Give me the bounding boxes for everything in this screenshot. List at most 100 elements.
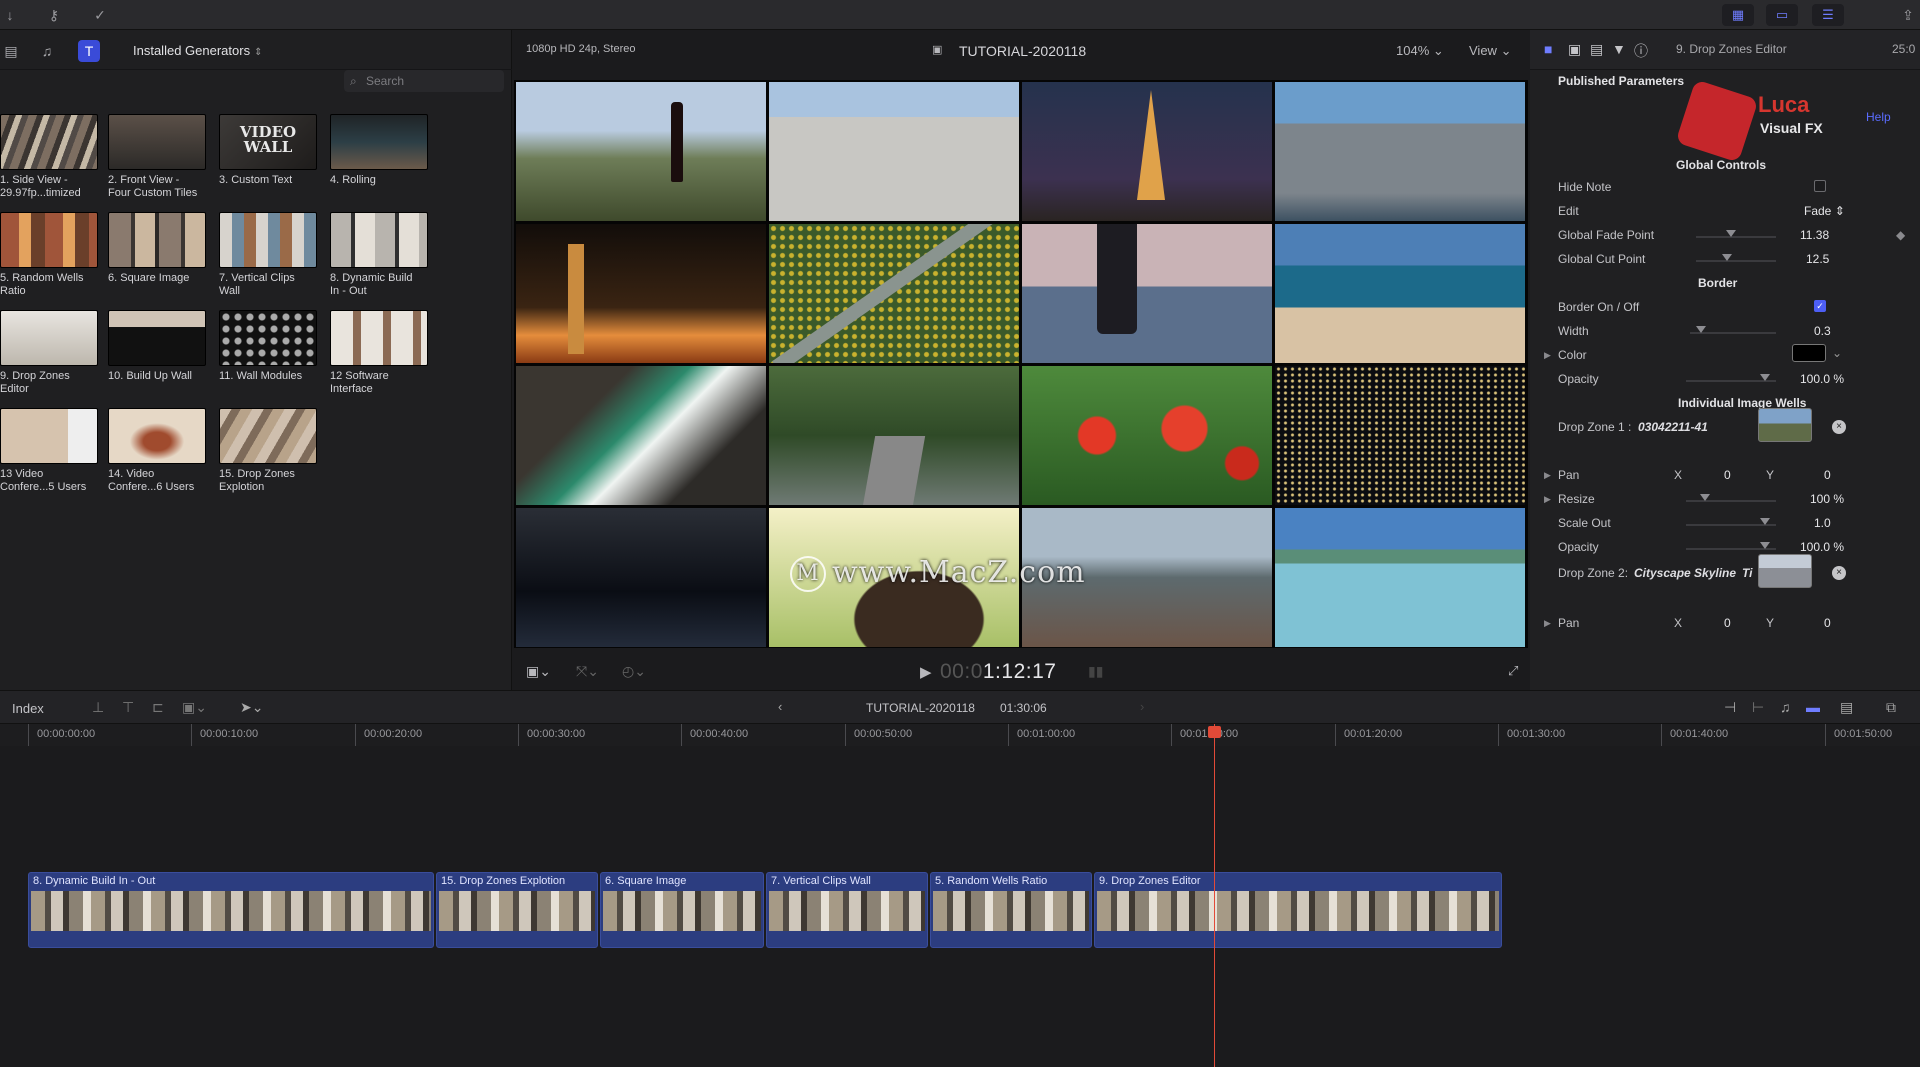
generator-item[interactable]: 12 Software Interface [330, 310, 435, 396]
disclosure-triangle-icon[interactable]: ▶ [1544, 618, 1551, 629]
resize-value[interactable]: 100 % [1810, 492, 1844, 506]
generator-item[interactable]: 8. Dynamic Build In - Out [330, 212, 435, 298]
scale-out-slider-knob[interactable] [1760, 518, 1770, 525]
effects-browser-icon[interactable]: ⧉ [1886, 699, 1896, 716]
timeline-clip[interactable]: 6. Square Image [600, 872, 764, 948]
opacity-value[interactable]: 100.0 % [1800, 372, 1844, 386]
overwrite-clip-icon[interactable]: ▣⌄ [182, 699, 207, 716]
disclosure-triangle-icon[interactable]: ▶ [1544, 470, 1551, 481]
play-button[interactable]: ▶ [920, 663, 932, 681]
generator-item[interactable]: 9. Drop Zones Editor [0, 310, 105, 396]
generator-item[interactable]: 10. Build Up Wall [108, 310, 213, 383]
clear-drop-zone-1-icon[interactable]: × [1832, 420, 1846, 434]
scale-out-value[interactable]: 1.0 [1814, 516, 1831, 530]
search-input[interactable]: ⌕ Search [344, 70, 504, 92]
global-cut-slider[interactable] [1696, 260, 1776, 262]
show-browser-toggle-icon[interactable]: ▦ [1722, 4, 1754, 26]
generator-item[interactable]: 2. Front View - Four Custom Tiles [108, 114, 213, 200]
timeline-ruler[interactable]: 00:00:00:00 00:00:10:00 00:00:20:00 00:0… [0, 724, 1920, 746]
timeline-tracks[interactable]: 8. Dynamic Build In - Out 15. Drop Zones… [0, 746, 1920, 1067]
hide-note-checkbox[interactable] [1814, 180, 1826, 192]
clip-appearance-icon[interactable]: ▤ [1840, 699, 1853, 716]
select-tool-arrow-icon[interactable]: ➤⌄ [240, 699, 263, 716]
timeline-clip[interactable]: 8. Dynamic Build In - Out [28, 872, 434, 948]
headphones-icon[interactable]: ♫ [1780, 699, 1791, 715]
transform-tool-icon[interactable]: ⤧⌄ [576, 663, 599, 680]
fullscreen-icon[interactable]: ⤢ [1508, 663, 1518, 679]
disclosure-triangle-icon[interactable]: ▶ [1544, 350, 1551, 361]
generator-item[interactable]: 4. Rolling [330, 114, 435, 187]
global-cut-slider-knob[interactable] [1722, 254, 1732, 261]
media-library-icon[interactable]: ▤ [0, 40, 22, 62]
timecode-display[interactable]: 00:01:12:17 [940, 660, 1056, 684]
view-options-icon[interactable]: ▣⌄ [526, 663, 551, 680]
generator-item[interactable]: 7. Vertical Clips Wall [219, 212, 324, 298]
global-cut-value[interactable]: 12.5 [1806, 252, 1829, 266]
generator-item[interactable]: 14. Video Confere...6 Users [108, 408, 213, 494]
view-menu[interactable]: View ⌄ [1469, 43, 1511, 59]
forward-chevron-icon[interactable]: › [1140, 699, 1144, 714]
help-link[interactable]: Help [1866, 110, 1891, 124]
insert-clip-icon[interactable]: ⊤ [122, 699, 134, 716]
background-tasks-check-icon[interactable]: ✓ [90, 5, 110, 25]
generator-inspector-icon[interactable]: ▣ [1568, 41, 1581, 58]
opacity-slider-knob[interactable] [1760, 374, 1770, 381]
disclosure-triangle-icon[interactable]: ▶ [1544, 494, 1551, 505]
zoom-menu[interactable]: 104% ⌄ [1396, 43, 1444, 59]
share-icon[interactable]: ⇪ [1898, 5, 1918, 25]
photos-audio-icon[interactable]: ♫ [36, 40, 58, 62]
index-button[interactable]: Index [12, 701, 44, 716]
opacity-value[interactable]: 100.0 % [1800, 540, 1844, 554]
playhead-handle[interactable] [1208, 726, 1221, 738]
opacity-slider-knob[interactable] [1760, 542, 1770, 549]
generator-item[interactable]: 1. Side View - 29.97fp...timized [0, 114, 105, 200]
import-arrow-icon[interactable]: ↓ [0, 5, 20, 25]
show-timeline-toggle-icon[interactable]: ▭ [1766, 4, 1798, 26]
global-fade-slider[interactable] [1696, 236, 1776, 238]
category-selector[interactable]: Installed Generators ⇕ [133, 43, 262, 58]
timeline-clip[interactable]: 9. Drop Zones Editor [1094, 872, 1502, 948]
pan-x-value[interactable]: 0 [1724, 468, 1731, 482]
generator-item[interactable]: 13 Video Confere...5 Users [0, 408, 105, 494]
audio-skimming-icon[interactable]: ⊢ [1752, 699, 1764, 716]
generator-item[interactable]: 15. Drop Zones Explotion [219, 408, 324, 494]
show-inspector-toggle-icon[interactable]: ☰ [1812, 4, 1844, 26]
resize-slider-knob[interactable] [1700, 494, 1710, 501]
connect-clip-icon[interactable]: ⊥ [92, 699, 104, 716]
pan-y-value[interactable]: 0 [1824, 468, 1831, 482]
drop-zone-2-well[interactable] [1758, 554, 1812, 588]
generator-item[interactable]: 11. Wall Modules [219, 310, 324, 383]
timeline-clip[interactable]: 7. Vertical Clips Wall [766, 872, 928, 948]
width-slider-knob[interactable] [1696, 326, 1706, 333]
global-fade-value[interactable]: 11.38 [1800, 228, 1829, 242]
generator-item[interactable]: VIDEO WALL 3. Custom Text [219, 114, 324, 187]
width-value[interactable]: 0.3 [1814, 324, 1831, 338]
timeline-clip[interactable]: 15. Drop Zones Explotion [436, 872, 598, 948]
border-onoff-checkbox[interactable]: ✓ [1814, 300, 1826, 312]
drop-zone-1-well[interactable] [1758, 408, 1812, 442]
filter-icon[interactable]: ▼ [1612, 41, 1626, 57]
back-chevron-icon[interactable]: ‹ [778, 699, 782, 714]
video-inspector-icon[interactable]: ■ [1544, 41, 1552, 57]
titles-generators-icon[interactable]: T [78, 40, 100, 62]
timeline-clip[interactable]: 5. Random Wells Ratio [930, 872, 1092, 948]
clear-drop-zone-2-icon[interactable]: × [1832, 566, 1846, 580]
snapping-icon[interactable]: ▬ [1806, 699, 1820, 715]
pan-y-value[interactable]: 0 [1824, 616, 1831, 630]
playhead[interactable] [1214, 724, 1215, 1067]
keyframe-diamond-icon[interactable]: ◆ [1896, 228, 1905, 242]
film-inspector-icon[interactable]: ▤ [1590, 41, 1603, 58]
edit-popup[interactable]: Fade ⇕ [1804, 204, 1845, 218]
global-fade-slider-knob[interactable] [1726, 230, 1736, 237]
video-wall-preview[interactable]: Mwww.MacZ.com [514, 80, 1528, 648]
generator-item[interactable]: 6. Square Image [108, 212, 213, 285]
keyword-key-icon[interactable]: ⚷ [44, 5, 64, 25]
color-dropdown-chevron-icon[interactable]: ⌄ [1832, 346, 1842, 360]
append-clip-icon[interactable]: ⊏ [152, 699, 164, 716]
pan-x-value[interactable]: 0 [1724, 616, 1731, 630]
info-icon[interactable]: ⓘ [1634, 41, 1648, 61]
generator-item[interactable]: 5. Random Wells Ratio [0, 212, 105, 298]
color-well[interactable] [1792, 344, 1826, 362]
skimming-icon[interactable]: ⊣ [1724, 699, 1736, 716]
speed-icon[interactable]: ◴⌄ [622, 663, 646, 680]
